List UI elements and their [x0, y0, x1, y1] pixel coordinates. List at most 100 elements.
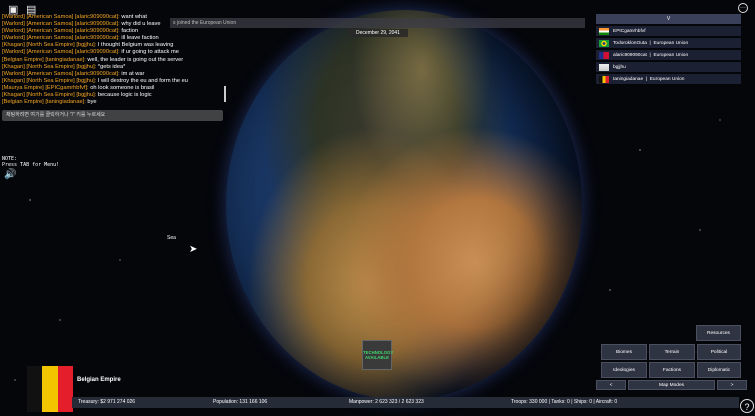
- chat-line: [Warlord] [American Samoa] [alaric909090…: [2, 35, 222, 42]
- biomes-button[interactable]: Biomes: [601, 344, 647, 360]
- population-stat: Population: 131 166 106: [213, 399, 268, 405]
- chat-tag: [Warlord]: [2, 35, 25, 42]
- map-mode-prev-button[interactable]: <: [596, 380, 626, 390]
- manpower-stat: Manpower: 2 623 323 / 2 623 323: [349, 399, 424, 405]
- resources-button[interactable]: Resources: [696, 325, 741, 341]
- player-flag-icon: [599, 63, 609, 71]
- player-flag-icon: [599, 51, 609, 59]
- chat-msg: if ur going to attack me: [121, 49, 179, 56]
- help-button[interactable]: ?: [740, 399, 754, 413]
- chat-tag: [Warlord]: [2, 14, 25, 20]
- political-button[interactable]: Political: [697, 344, 741, 360]
- chat-team: [American Samoa]: [26, 28, 74, 35]
- player-name: bgjjhu: [613, 64, 626, 70]
- treasury-stat: Treasury: $2 971 274 026: [78, 399, 136, 405]
- chat-tag: [Belgian Empire]: [2, 99, 44, 106]
- flag-stripe-black: [27, 366, 43, 412]
- chat-tag: [Warlord]: [2, 49, 25, 56]
- military-stat: Troops: 330 000 | Tanks: 0 | Ships: 0 | …: [511, 399, 618, 405]
- player-faction: European Union: [653, 52, 689, 58]
- ideologies-button[interactable]: Ideologies: [601, 362, 647, 378]
- map-label-sea: Sea: [167, 235, 176, 241]
- chat-msg: why did u leave: [121, 21, 161, 28]
- chat-line: [Warlord] [American Samoa] [alaric909090…: [2, 49, 222, 56]
- player-name: EPICgamrhbfvf: [613, 28, 646, 34]
- chat-line: [Belgian Empire] [taningiadanae]: bye: [2, 99, 222, 106]
- country-name: Belgian Empire: [77, 377, 121, 383]
- technology-available-button[interactable]: TECHNOLOGY AVAILABLE: [362, 340, 393, 370]
- chat-msg: I will destroy the eu and form the eu: [97, 77, 188, 84]
- chat-msg: well, the leader is going out the server: [87, 56, 184, 63]
- terrain-button[interactable]: Terrain: [649, 344, 695, 360]
- chat-tag: [Belgian Empire]: [2, 56, 44, 63]
- chat-tag: [Warlord]: [2, 21, 25, 28]
- player-name: TodoroklonOuta: [613, 40, 647, 46]
- chat-msg: want what: [121, 14, 147, 20]
- chat-team: [American Samoa]: [26, 49, 74, 56]
- player-row[interactable]: taningiadanae | European Union: [596, 74, 741, 84]
- chat-input[interactable]: 채팅하려면 여기를 클릭하거나 "/" 키를 누르세요: [2, 110, 223, 121]
- menu-note: NOTE: Press TAB for Menu!: [2, 156, 60, 169]
- flag-stripe-red: [57, 366, 73, 412]
- chat-msg: because logic is logic: [97, 92, 152, 99]
- chat-tag: [Warlord]: [2, 28, 25, 35]
- player-row[interactable]: TodoroklonOuta | European Union: [596, 38, 741, 48]
- chat-user: [taningiadanae]:: [45, 56, 86, 63]
- player-separator: |: [646, 40, 654, 46]
- diplomatic-button[interactable]: Diplomatic: [697, 362, 741, 378]
- player-list-header[interactable]: V: [596, 14, 741, 24]
- speaker-icon[interactable]: 🔊: [4, 169, 16, 180]
- chat-team: [American Samoa]: [26, 14, 74, 20]
- chat-msg: *gets idea*: [97, 63, 126, 70]
- world-globe[interactable]: [226, 10, 582, 400]
- chat-team: [American Samoa]: [26, 70, 74, 77]
- map-mode-next-button[interactable]: >: [717, 380, 747, 390]
- player-row[interactable]: bgjjhu: [596, 62, 741, 72]
- player-flag-icon: [599, 75, 609, 83]
- chat-user: [alaric909090cat]:: [74, 49, 120, 56]
- chat-user: [bgjjhu]:: [76, 77, 97, 84]
- game-date: December 29, 2041: [348, 29, 408, 37]
- chat-tag: [Warlord]: [2, 70, 25, 77]
- chat-msg: ill leave faction: [121, 35, 159, 42]
- player-separator: |: [643, 76, 650, 82]
- country-flag: [27, 366, 73, 412]
- chat-line: [Khagan] [North Sea Empire] [bgjjhu]: I …: [2, 78, 222, 85]
- chat-user: [alaric909090cat]:: [74, 28, 120, 35]
- chat-line: [Khagan] [North Sea Empire] [bgjjhu]: be…: [2, 92, 222, 99]
- join-notification: s joined the European Union: [170, 18, 585, 28]
- player-flag-icon: [599, 39, 609, 47]
- chat-line: [Warlord] [American Samoa] [alaric909090…: [2, 28, 222, 35]
- chat-team: [North Sea Empire]: [26, 42, 75, 49]
- chat-team: [North Sea Empire]: [26, 92, 75, 99]
- chat-tag: [Khagan]: [2, 42, 25, 49]
- flag-stripe-yellow: [42, 366, 58, 412]
- chat-line: [Khagan] [North Sea Empire] [bgjjhu]: *g…: [2, 64, 222, 71]
- chat-user: [bgjjhu]:: [76, 42, 97, 49]
- chat-line: [Belgian Empire] [taningiadanae]: well, …: [2, 57, 222, 64]
- chat-line: [Warlord] [American Samoa] [alaric909090…: [2, 71, 222, 78]
- chat-user: [alaric909090cat]:: [74, 35, 120, 42]
- chat-user: [alaric909090cat]:: [74, 21, 120, 28]
- chat-user: [bgjjhu]:: [76, 63, 97, 70]
- factions-button[interactable]: Factions: [649, 362, 695, 378]
- chat-line: [Khagan] [North Sea Empire] [bgjjhu]: I …: [2, 42, 222, 49]
- chat-msg: oh look someone is brasil: [90, 84, 155, 91]
- map-modes-label: Map Modes: [628, 380, 715, 390]
- chat-team: [North Sea Empire]: [26, 63, 75, 70]
- chat-user: [taningiadanae]:: [45, 99, 86, 106]
- player-row[interactable]: alaric909090cat | European Union: [596, 50, 741, 60]
- player-faction: European Union: [653, 40, 689, 46]
- chat-line: [Maurya Empire] [EPICgamrhbfvf]: oh look…: [2, 85, 222, 92]
- chat-scrollbar[interactable]: [224, 86, 226, 102]
- chat-msg: bye: [87, 99, 97, 106]
- menu-more-icon[interactable]: ···: [738, 3, 748, 13]
- chat-tag: [Khagan]: [2, 63, 25, 70]
- player-faction: European Union: [649, 76, 685, 82]
- chat-msg: faction: [121, 28, 139, 35]
- chat-team: [American Samoa]: [26, 35, 74, 42]
- player-row[interactable]: EPICgamrhbfvf: [596, 26, 741, 36]
- player-flag-icon: [599, 27, 609, 35]
- chat-tag: [Maurya Empire]: [2, 84, 44, 91]
- player-list: V EPICgamrhbfvf TodoroklonOuta | European…: [596, 14, 741, 86]
